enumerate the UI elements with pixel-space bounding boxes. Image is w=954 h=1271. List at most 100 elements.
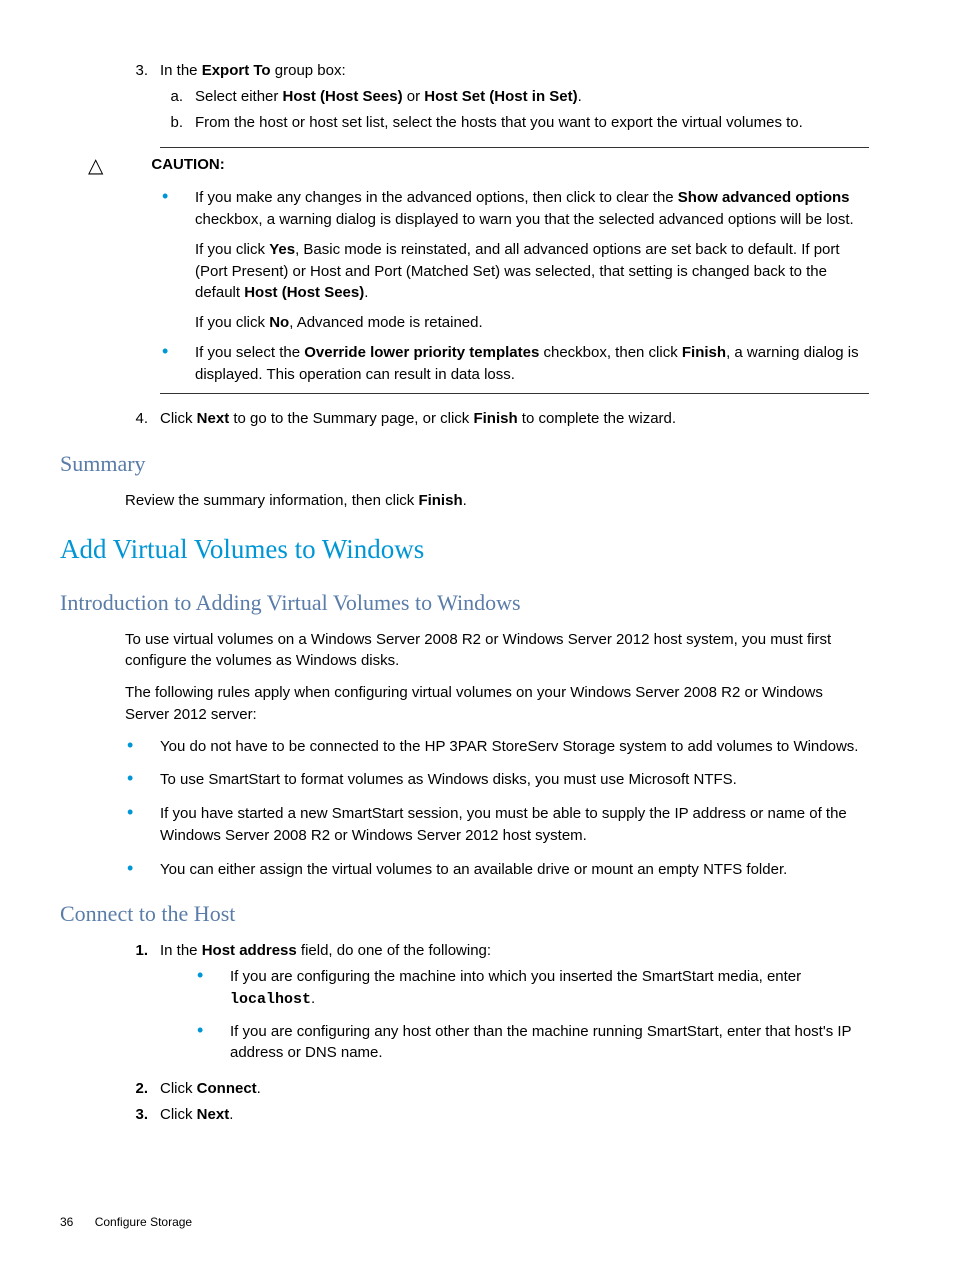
text-bold: Show advanced options	[678, 189, 850, 206]
step-body: Click Next to go to the Summary page, or…	[160, 408, 869, 430]
rule-item: • You can either assign the virtual volu…	[125, 859, 869, 881]
paragraph: If you click Yes, Basic mode is reinstat…	[195, 239, 869, 304]
page-footer: 36 Configure Storage	[60, 1214, 192, 1231]
caution-header: △ CAUTION:	[88, 154, 869, 181]
text: If you click	[195, 314, 269, 331]
text-bold: Next	[197, 410, 230, 427]
text-bold: Finish	[418, 492, 462, 509]
step-3: 3. In the Export To group box: a. Select…	[125, 60, 869, 133]
caution-item-1: • If you make any changes in the advance…	[160, 187, 869, 334]
text: .	[311, 990, 315, 1007]
step-number: 3.	[125, 1104, 160, 1126]
step-3b: b. From the host or host set list, selec…	[160, 112, 869, 134]
step-number: 4.	[125, 408, 160, 430]
step-number: 1.	[125, 940, 160, 1074]
bullet-icon: •	[160, 187, 195, 334]
step-body: Click Next.	[160, 1104, 869, 1126]
rule-text: You can either assign the virtual volume…	[160, 859, 869, 881]
connect-step-2: 2. Click Connect.	[125, 1078, 869, 1100]
intro-p1: To use virtual volumes on a Windows Serv…	[125, 629, 869, 673]
heading-connect-host: Connect to the Host	[60, 898, 869, 930]
text-bold: Host (Host Sees)	[244, 284, 364, 301]
sub-body: Select either Host (Host Sees) or Host S…	[195, 86, 869, 108]
page-number: 36	[60, 1215, 73, 1229]
document-content: 3. In the Export To group box: a. Select…	[125, 60, 869, 1126]
text: to complete the wizard.	[518, 410, 676, 427]
sub-letter: b.	[160, 112, 195, 134]
text-bold: Yes	[269, 241, 295, 258]
text: group box:	[271, 62, 346, 79]
text: Review the summary information, then cli…	[125, 492, 418, 509]
text-bold: Finish	[682, 344, 726, 361]
text: , Advanced mode is retained.	[289, 314, 482, 331]
text: If you make any changes in the advanced …	[195, 189, 678, 206]
sub-letter: a.	[160, 86, 195, 108]
text: In the	[160, 62, 202, 79]
connect-step-1: 1. In the Host address field, do one of …	[125, 940, 869, 1074]
text: .	[257, 1080, 261, 1097]
heading-add-virtual-volumes: Add Virtual Volumes to Windows	[60, 530, 869, 569]
text-bold: Host address	[202, 942, 297, 959]
bullet-icon: •	[160, 342, 195, 386]
bullet-body: If you make any changes in the advanced …	[195, 187, 869, 334]
bullet-icon: •	[125, 736, 160, 758]
step-body: In the Host address field, do one of the…	[160, 940, 869, 1074]
caution-content: • If you make any changes in the advance…	[160, 187, 869, 385]
text: Click	[160, 410, 197, 427]
rule-text: You do not have to be connected to the H…	[160, 736, 869, 758]
rule-text: If you have started a new SmartStart ses…	[160, 803, 869, 847]
text-bold: Host (Host Sees)	[283, 88, 403, 105]
footer-section: Configure Storage	[95, 1215, 192, 1229]
rules-list: • You do not have to be connected to the…	[125, 736, 869, 881]
rule-text: To use SmartStart to format volumes as W…	[160, 769, 869, 791]
text: Click	[160, 1106, 197, 1123]
rule-item: • You do not have to be connected to the…	[125, 736, 869, 758]
text: Select either	[195, 88, 283, 105]
bullet-icon: •	[195, 1021, 230, 1065]
caution-item-2: • If you select the Override lower prior…	[160, 342, 869, 386]
text: Click	[160, 1080, 197, 1097]
step-body: Click Connect.	[160, 1078, 869, 1100]
bullet-body: If you are configuring any host other th…	[230, 1021, 869, 1065]
sub-bullet: • If you are configuring the machine int…	[195, 966, 869, 1011]
rule-item: • If you have started a new SmartStart s…	[125, 803, 869, 847]
step-body: In the Export To group box: a. Select ei…	[160, 60, 869, 133]
text: .	[578, 88, 582, 105]
text: .	[463, 492, 467, 509]
bullet-icon: •	[195, 966, 230, 1011]
text-bold: Connect	[197, 1080, 257, 1097]
text: field, do one of the following:	[297, 942, 491, 959]
sub-bullet: • If you are configuring any host other …	[195, 1021, 869, 1065]
bullet-icon: •	[125, 769, 160, 791]
mono-text: localhost	[230, 991, 311, 1008]
text-bold: Next	[197, 1106, 230, 1123]
text-bold: Finish	[473, 410, 517, 427]
step-number: 2.	[125, 1078, 160, 1100]
text: .	[364, 284, 368, 301]
text: .	[229, 1106, 233, 1123]
text: checkbox, a warning dialog is displayed …	[195, 211, 854, 228]
bullet-body: If you select the Override lower priorit…	[195, 342, 869, 386]
connect-step-3: 3. Click Next.	[125, 1104, 869, 1126]
bullet-body: If you are configuring the machine into …	[230, 966, 869, 1011]
step-3a: a. Select either Host (Host Sees) or Hos…	[160, 86, 869, 108]
step-number: 3.	[125, 60, 160, 133]
bullet-icon: •	[125, 803, 160, 847]
text: to go to the Summary page, or click	[229, 410, 473, 427]
sub-body: From the host or host set list, select t…	[195, 112, 869, 134]
text: If you click	[195, 241, 269, 258]
text: If you are configuring the machine into …	[230, 968, 801, 985]
text: checkbox, then click	[539, 344, 682, 361]
text-bold: Override lower priority templates	[304, 344, 539, 361]
text: or	[403, 88, 425, 105]
paragraph: If you make any changes in the advanced …	[195, 187, 869, 231]
text-bold: Export To	[202, 62, 271, 79]
step-4: 4. Click Next to go to the Summary page,…	[125, 408, 869, 430]
caution-box: △ CAUTION: • If you make any changes in …	[160, 147, 869, 394]
text: If you select the	[195, 344, 304, 361]
bullet-icon: •	[125, 859, 160, 881]
rule-item: • To use SmartStart to format volumes as…	[125, 769, 869, 791]
paragraph: If you click No, Advanced mode is retain…	[195, 312, 869, 334]
summary-text: Review the summary information, then cli…	[125, 490, 869, 512]
heading-summary: Summary	[60, 448, 869, 480]
